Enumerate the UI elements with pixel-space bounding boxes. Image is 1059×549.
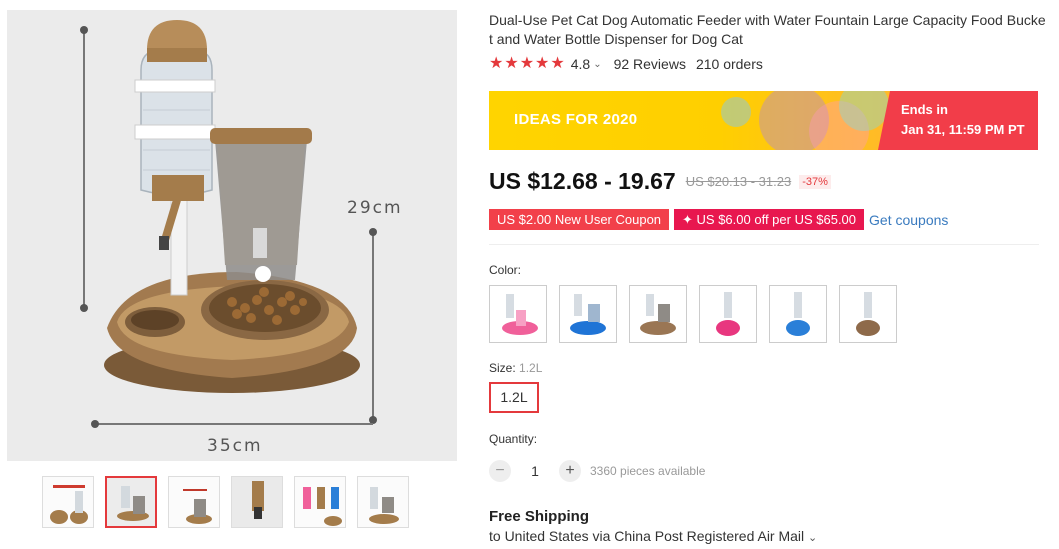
color-option-gold-bowl[interactable] [839,285,897,343]
feeder-illustration: 29cm 35cm [80,20,403,456]
coupon-row: US $2.00 New User Coupon ✦ US $6.00 off … [489,209,948,230]
color-option-pink-stand[interactable] [489,285,547,343]
color-option-gold-combo[interactable] [629,285,687,343]
thumbnail-2[interactable] [105,476,157,528]
discount-badge: -37% [799,174,831,189]
rating-row: ★ ★ ★ ★ ★ 4.8 ⌄ 92 Reviews 210 orders [489,56,763,73]
quantity-value[interactable]: 1 [511,463,559,479]
increase-quantity-button[interactable]: + [559,460,581,482]
original-price: US $20.13 - 31.23 [685,174,792,189]
width-label: 35cm [207,436,263,456]
color-label: Color: [489,263,522,277]
color-option-pink-bowl[interactable] [699,285,757,343]
shipping-title: Free Shipping [489,508,590,525]
height-label: 29cm [347,198,403,218]
star-rating[interactable]: ★ ★ ★ ★ ★ [489,56,565,72]
size-label-row: Size: 1.2L [489,361,542,375]
ends-label: Ends in [901,102,948,117]
rating-score[interactable]: 4.8 [571,56,590,72]
current-price: US $12.68 - 19.67 [489,168,676,194]
banner-promo-area: IDEAS FOR 2020 [489,91,909,150]
main-product-image[interactable]: 29cm 35cm [7,10,457,461]
shipping-detail: to United States via China Post Register… [489,528,805,544]
new-user-coupon[interactable]: US $2.00 New User Coupon [489,209,670,230]
get-coupons-link[interactable]: Get coupons [869,212,948,228]
shipping-detail-row[interactable]: to United States via China Post Register… [489,528,817,544]
color-option-blue-combo[interactable] [559,285,617,343]
color-options [489,285,897,343]
thumbnail-4[interactable] [231,476,283,528]
stock-available: 3360 pieces available [590,464,706,478]
star-icon: ★ [504,55,519,72]
bubble-decoration [721,97,751,127]
chevron-down-icon[interactable]: ⌄ [808,532,817,544]
thumbnail-strip [42,476,409,528]
price-row: US $12.68 - 19.67 US $20.13 - 31.23 -37% [489,168,831,195]
banner-promo-text: IDEAS FOR 2020 [514,111,638,128]
section-divider [489,244,1039,245]
store-coupon[interactable]: ✦ US $6.00 off per US $65.00 [674,209,865,230]
promo-banner[interactable]: IDEAS FOR 2020 Ends in Jan 31, 11:59 PM … [489,91,1038,150]
quantity-label: Quantity: [489,432,538,446]
star-icon: ★ [550,55,565,72]
chevron-down-icon[interactable]: ⌄ [593,59,601,70]
countdown-panel: Ends in Jan 31, 11:59 PM PT [878,91,1038,150]
star-icon: ★ [519,55,535,72]
quantity-stepper: − 1 + 3360 pieces available [489,460,705,482]
size-label: Size: [489,361,516,375]
decrease-quantity-button[interactable]: − [489,460,511,482]
product-title: Dual-Use Pet Cat Dog Automatic Feeder wi… [489,12,1046,47]
reviews-link[interactable]: 92 Reviews [614,56,686,72]
thumbnail-5[interactable] [294,476,346,528]
star-icon: ★ [535,55,550,72]
size-option-1-2l[interactable]: 1.2L [489,382,539,413]
thumbnail-1[interactable] [42,476,94,528]
ends-value: Jan 31, 11:59 PM PT [901,122,1025,137]
thumbnail-6[interactable] [357,476,409,528]
thumbnail-3[interactable] [168,476,220,528]
star-icon: ★ [489,55,504,72]
orders-count: 210 orders [695,56,763,72]
size-selected-value: 1.2L [519,361,543,375]
color-option-blue-bowl[interactable] [769,285,827,343]
